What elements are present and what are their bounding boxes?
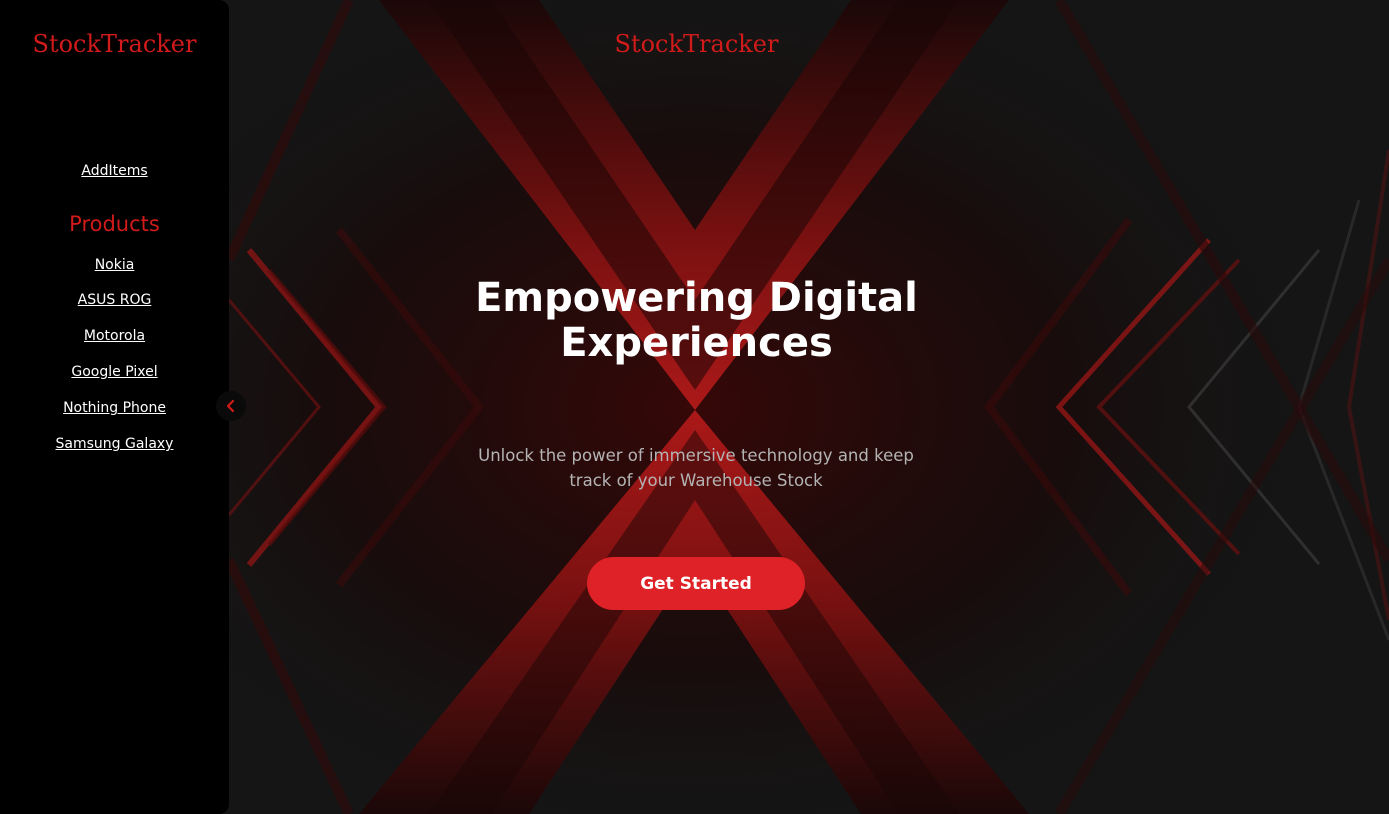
sidebar: StockTracker AddItems Products Nokia ASU…	[0, 0, 229, 814]
app-page: StockTracker AddItems Products Nokia ASU…	[0, 0, 1389, 814]
sidebar-link-additems[interactable]: AddItems	[0, 163, 229, 179]
hero-subtitle-line2: track of your Warehouse Stock	[569, 471, 823, 490]
hero-background-art	[229, 0, 1389, 814]
sidebar-item-nokia[interactable]: Nokia	[0, 257, 229, 273]
hero-subtitle-line1: Unlock the power of immersive technology…	[478, 446, 914, 465]
sidebar-item-google-pixel[interactable]: Google Pixel	[0, 364, 229, 380]
hero-title: Empowering Digital Experiences	[229, 276, 1164, 366]
hero-subtitle: Unlock the power of immersive technology…	[470, 443, 922, 493]
sidebar-item-motorola[interactable]: Motorola	[0, 328, 229, 344]
hero-title-line1: Empowering Digital	[475, 275, 918, 321]
sidebar-collapse-button[interactable]	[216, 391, 246, 421]
sidebar-logo[interactable]: StockTracker	[0, 30, 229, 58]
hero-title-line2: Experiences	[560, 320, 833, 366]
sidebar-products-heading: Products	[69, 212, 160, 236]
get-started-button[interactable]: Get Started	[587, 557, 805, 610]
sidebar-item-samsung-galaxy[interactable]: Samsung Galaxy	[0, 436, 229, 452]
sidebar-item-nothing-phone[interactable]: Nothing Phone	[0, 400, 229, 416]
chevron-left-icon	[226, 399, 235, 413]
sidebar-item-asus-rog[interactable]: ASUS ROG	[0, 292, 229, 308]
header-brand[interactable]: StockTracker	[229, 30, 1164, 58]
